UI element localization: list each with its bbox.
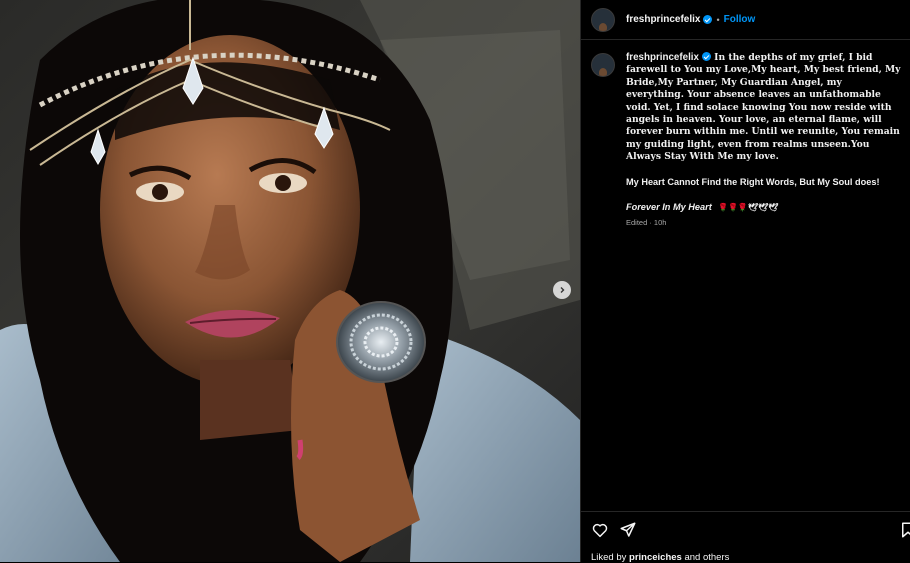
caption-closing-text: Forever In My Heart xyxy=(626,201,712,212)
avatar[interactable] xyxy=(591,7,615,32)
separator-dot: • xyxy=(716,14,720,25)
caption-text: In the depths of my grief, I bid farewel… xyxy=(626,52,901,163)
post-side-panel: freshprincefelix • Follow freshprincefel… xyxy=(580,0,910,563)
caption: freshprincefelix In the depths of my gri… xyxy=(626,52,901,229)
likes-suffix[interactable]: and others xyxy=(684,552,729,563)
post-media[interactable] xyxy=(0,0,580,562)
post-header: freshprincefelix • Follow xyxy=(581,0,910,40)
caption-paragraph-1: freshprincefelix In the depths of my gri… xyxy=(626,52,901,164)
caption-emoji: 🌹🌹🌹🕊🕊🕊 xyxy=(717,201,779,212)
caption-username[interactable]: freshprincefelix xyxy=(626,52,699,63)
caption-paragraph-2: My Heart Cannot Find the Right Words, Bu… xyxy=(626,177,880,188)
follow-button[interactable]: Follow xyxy=(724,14,756,25)
post-actions-bar: Liked by princeiches and others xyxy=(581,511,910,563)
chevron-right-icon xyxy=(560,287,565,293)
liker-username[interactable]: princeiches xyxy=(629,552,682,563)
author-username[interactable]: freshprincefelix xyxy=(626,14,700,25)
caption-block: freshprincefelix In the depths of my gri… xyxy=(581,40,910,229)
next-media-button[interactable] xyxy=(553,281,571,299)
likes-prefix: Liked by xyxy=(591,552,627,563)
caption-paragraph-3: Forever In My Heart 🌹🌹🌹🕊🕊🕊 xyxy=(626,201,901,214)
verified-badge-icon xyxy=(703,15,713,24)
heart-icon[interactable] xyxy=(591,521,609,539)
verified-badge-icon xyxy=(701,52,711,61)
likes-summary: Liked by princeiches and others xyxy=(591,552,729,563)
paper-plane-icon[interactable] xyxy=(619,521,637,539)
caption-avatar[interactable] xyxy=(591,53,615,77)
post-photo xyxy=(0,0,580,562)
edited-timestamp: Edited · 10h xyxy=(626,217,667,227)
bookmark-icon[interactable] xyxy=(899,521,910,539)
